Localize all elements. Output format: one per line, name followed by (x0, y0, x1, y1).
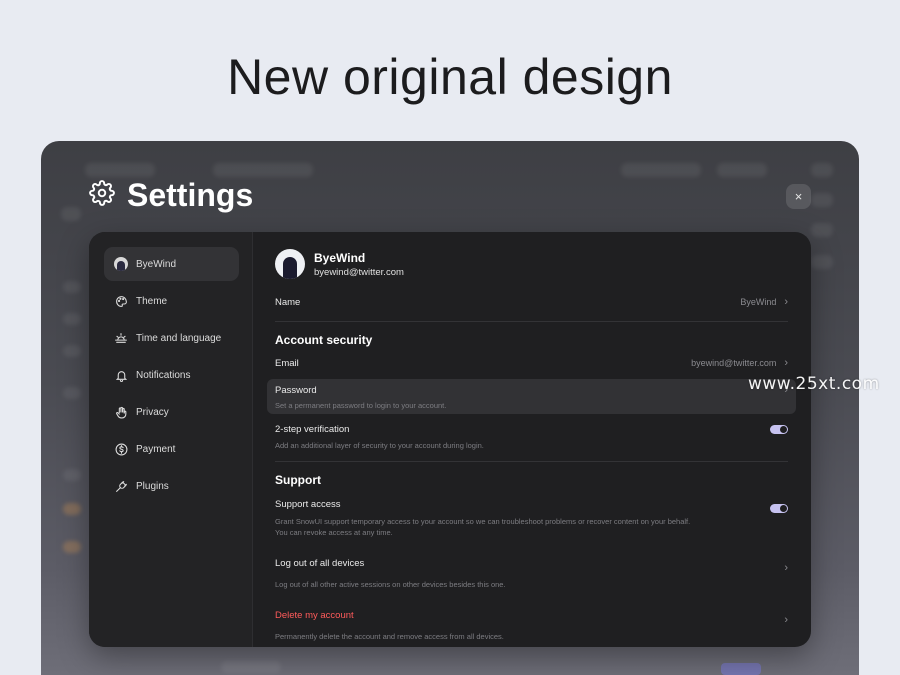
sidebar-item-label: Theme (136, 295, 168, 307)
sidebar-item-privacy[interactable]: Privacy (104, 395, 239, 429)
section-title-support: Support (275, 473, 321, 487)
close-icon: × (794, 189, 803, 204)
sidebar-item-theme[interactable]: Theme (104, 284, 239, 318)
sidebar-item-label: Time and language (136, 332, 222, 344)
sunrise-icon (114, 331, 128, 345)
sidebar-item-label: Payment (136, 443, 176, 455)
avatar[interactable] (275, 249, 305, 279)
backdrop-icon (811, 193, 833, 207)
watermark: www.25xt.com (748, 374, 880, 394)
backdrop-nav (63, 503, 81, 515)
sidebar-item-plugins[interactable]: Plugins (104, 469, 239, 503)
backdrop-nav (63, 313, 81, 325)
backdrop-logo (85, 163, 155, 177)
gear-icon (89, 180, 115, 211)
settings-content: ByeWind byewind@twitter.com Name ByeWind… (253, 232, 811, 647)
sidebar-item-label: ByeWind (136, 258, 177, 270)
backdrop-nav (63, 469, 81, 481)
support-access-row: Support access Grant SnowUI support temp… (275, 496, 788, 538)
plug-icon (114, 479, 128, 493)
delete-account-row[interactable]: Delete my account › Permanently delete t… (275, 605, 788, 642)
two-step-label: 2-step verification (275, 424, 350, 435)
backdrop-action (717, 163, 767, 177)
sidebar-item-label: Plugins (136, 480, 169, 492)
profile-header: ByeWind byewind@twitter.com (275, 248, 788, 280)
avatar (114, 257, 128, 271)
sidebar-item-label: Notifications (136, 369, 191, 381)
email-row[interactable]: Email byewind@twitter.com › (275, 356, 788, 370)
logout-all-row[interactable]: Log out of all devices › Log out of all … (275, 553, 788, 590)
backdrop-icon (811, 255, 833, 269)
sidebar-item-payment[interactable]: Payment (104, 432, 239, 466)
email-label: Email (275, 357, 299, 369)
backdrop-button (721, 663, 761, 675)
palette-icon (114, 294, 128, 308)
delete-account-description: Permanently delete the account and remov… (275, 632, 504, 641)
settings-sidebar: ByeWind Theme Time and language Notifica… (89, 232, 253, 647)
close-button[interactable]: × (786, 184, 811, 209)
chevron-right-icon: › (784, 614, 788, 626)
divider (275, 461, 788, 462)
name-label: Name (275, 296, 301, 308)
app-window-backdrop: Settings × ByeWind Theme Time and langua… (41, 141, 859, 675)
backdrop-icon (811, 163, 833, 177)
hand-icon (114, 405, 128, 419)
section-title-account-security: Account security (275, 333, 373, 347)
name-row[interactable]: Name ByeWind › (275, 295, 788, 309)
profile-name: ByeWind (314, 250, 366, 265)
chevron-right-icon: › (784, 357, 788, 369)
divider (275, 321, 788, 322)
backdrop-nav (61, 207, 81, 221)
backdrop-footer (221, 661, 281, 673)
sidebar-item-profile[interactable]: ByeWind (104, 247, 239, 281)
settings-header: Settings (89, 177, 253, 214)
profile-email: byewind@twitter.com (314, 266, 404, 278)
dollar-circle-icon (114, 442, 128, 456)
sidebar-item-time-language[interactable]: Time and language (104, 321, 239, 355)
password-label: Password (275, 384, 317, 396)
backdrop-nav (63, 281, 81, 293)
two-step-description: Add an additional layer of security to y… (275, 441, 484, 450)
sidebar-item-label: Privacy (136, 406, 169, 418)
support-access-toggle[interactable] (770, 504, 788, 513)
logout-all-description: Log out of all other active sessions on … (275, 580, 506, 589)
two-step-toggle[interactable] (770, 425, 788, 434)
backdrop-nav (63, 541, 81, 553)
backdrop-nav (63, 345, 81, 357)
headline: New original design (227, 49, 673, 105)
backdrop-search (621, 163, 701, 177)
support-access-label: Support access (275, 499, 341, 510)
settings-panel: ByeWind Theme Time and language Notifica… (89, 232, 811, 647)
support-access-description: Grant SnowUI support temporary access to… (275, 517, 691, 526)
sidebar-item-notifications[interactable]: Notifications (104, 358, 239, 392)
backdrop-breadcrumb (213, 163, 313, 177)
settings-title: Settings (127, 177, 254, 213)
support-access-description-2: You can revoke access at any time. (275, 528, 393, 537)
name-value: ByeWind (740, 297, 777, 307)
delete-account-label: Delete my account (275, 610, 354, 621)
logout-all-label: Log out of all devices (275, 558, 365, 569)
chevron-right-icon: › (784, 296, 788, 308)
backdrop-icon (811, 223, 833, 237)
password-description: Set a permanent password to login to you… (275, 401, 447, 410)
two-step-row: 2-step verification Add an additional la… (275, 424, 788, 451)
bell-icon (114, 368, 128, 382)
chevron-right-icon: › (784, 562, 788, 574)
password-row[interactable]: Password › Set a permanent password to l… (267, 379, 796, 414)
email-value: byewind@twitter.com (691, 358, 777, 368)
backdrop-nav (63, 387, 81, 399)
